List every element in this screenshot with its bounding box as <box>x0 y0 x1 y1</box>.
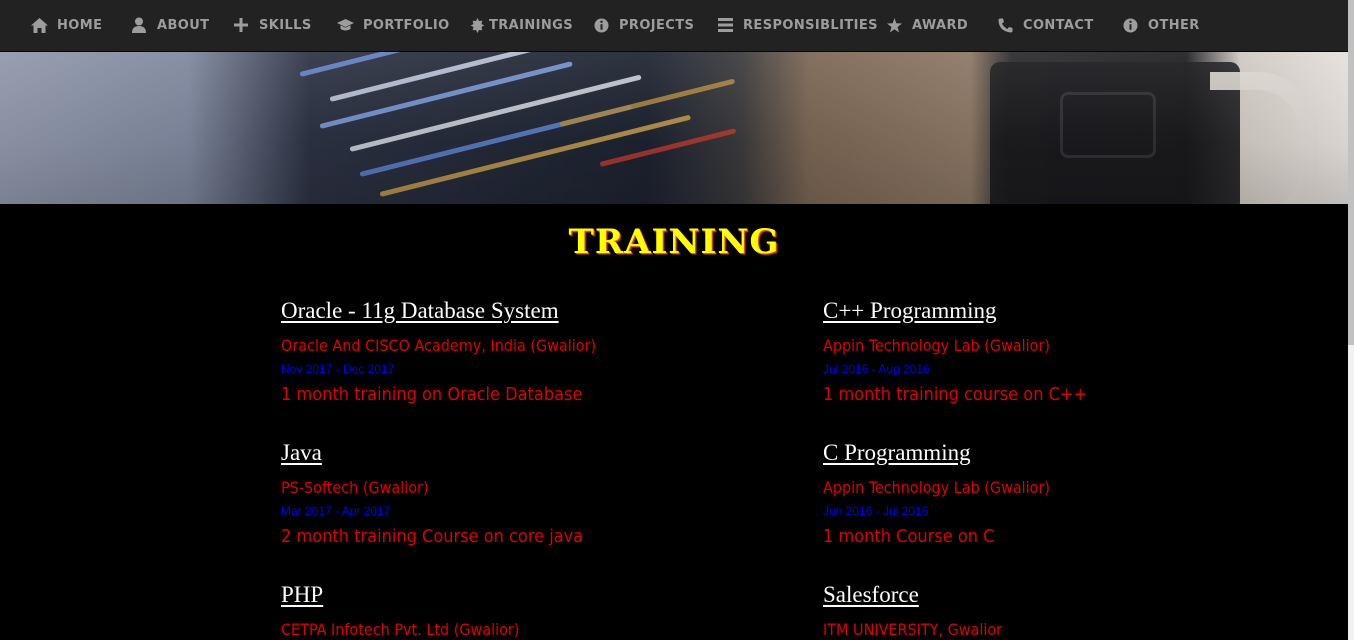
nav-skills[interactable]: SKILLS <box>232 0 312 50</box>
hero-banner-image <box>0 52 1348 204</box>
nav-trainings-label: TRAININGS <box>489 17 574 33</box>
course-description: 1 month Course on C <box>823 526 995 547</box>
certificate-icon <box>468 16 486 34</box>
course-dates: Jul 2016 - Aug 2016 <box>823 362 930 376</box>
scrollbar-thumb[interactable] <box>1348 0 1354 345</box>
nav-trainings[interactable]: TRAININGS <box>468 0 573 50</box>
course-card: C Programming Appin Technology Lab (Gwal… <box>823 438 1223 548</box>
course-title[interactable]: C++ Programming <box>823 296 1223 326</box>
nav-award-label: AWARD <box>912 17 969 33</box>
nav-projects-label: PROJECTS <box>619 17 695 33</box>
course-title[interactable]: Java <box>281 438 681 468</box>
course-description: 1 month training on Oracle Database <box>281 384 583 405</box>
course-card: C++ Programming Appin Technology Lab (Gw… <box>823 296 1223 406</box>
course-card: Salesforce ITM UNIVERSITY, Gwalior <box>823 580 1223 640</box>
info-icon <box>1121 16 1139 34</box>
home-icon <box>30 16 48 34</box>
nav-other[interactable]: OTHER <box>1121 0 1200 50</box>
phone-icon <box>996 16 1014 34</box>
training-heading: TRAINING <box>568 222 780 262</box>
graduation-cap-icon <box>336 16 354 34</box>
nav-home[interactable]: HOME <box>30 0 102 50</box>
course-card: Java PS-Softech (Gwalior) Mar 2017 - Apr… <box>281 438 681 548</box>
course-org: Appin Technology Lab (Gwalior) <box>823 336 1050 355</box>
course-dates: Mar 2017 - Apr 2017 <box>281 504 391 518</box>
course-description: 1 month training course on C++ <box>823 384 1088 405</box>
course-title[interactable]: C Programming <box>823 438 1223 468</box>
course-dates: Jun 2016 - Jul 2016 <box>823 504 929 518</box>
course-card: PHP CETPA Infotech Pvt. Ltd (Gwalior) <box>281 580 681 640</box>
course-title[interactable]: Oracle - 11g Database System <box>281 296 681 326</box>
nav-contact[interactable]: CONTACT <box>996 0 1094 50</box>
user-icon <box>130 16 148 34</box>
course-title[interactable]: Salesforce <box>823 580 1223 610</box>
course-org: Appin Technology Lab (Gwalior) <box>823 478 1050 497</box>
course-description: 2 month training Course on core java <box>281 526 584 547</box>
nav-other-label: OTHER <box>1148 17 1200 33</box>
nav-responsiblities-label: RESPONSIBLITIES <box>743 17 878 33</box>
list-icon <box>716 16 734 34</box>
nav-projects[interactable]: PROJECTS <box>592 0 694 50</box>
info-icon <box>592 16 610 34</box>
plus-icon <box>232 16 250 34</box>
nav-about-label: ABOUT <box>157 17 210 33</box>
course-org: CETPA Infotech Pvt. Ltd (Gwalior) <box>281 620 520 639</box>
nav-award[interactable]: AWARD <box>885 0 968 50</box>
course-org: PS-Softech (Gwalior) <box>281 478 429 497</box>
course-card: Oracle - 11g Database System Oracle And … <box>281 296 681 406</box>
top-navbar: HOME ABOUT SKILLS PORTFOLIO TRAININGS PR… <box>0 0 1354 52</box>
course-org: Oracle And CISCO Academy, India (Gwalior… <box>281 336 597 355</box>
nav-home-label: HOME <box>57 17 103 33</box>
nav-portfolio[interactable]: PORTFOLIO <box>336 0 450 50</box>
course-org: ITM UNIVERSITY, Gwalior <box>823 620 1003 639</box>
nav-skills-label: SKILLS <box>259 17 312 33</box>
nav-about[interactable]: ABOUT <box>130 0 209 50</box>
nav-responsiblities[interactable]: RESPONSIBLITIES <box>716 0 878 50</box>
star-icon <box>885 16 903 34</box>
nav-portfolio-label: PORTFOLIO <box>363 17 450 33</box>
nav-contact-label: CONTACT <box>1023 17 1094 33</box>
course-title[interactable]: PHP <box>281 580 681 610</box>
course-dates: Nov 2017 - Dec 2017 <box>281 362 395 376</box>
page-scrollbar[interactable] <box>1348 0 1354 640</box>
